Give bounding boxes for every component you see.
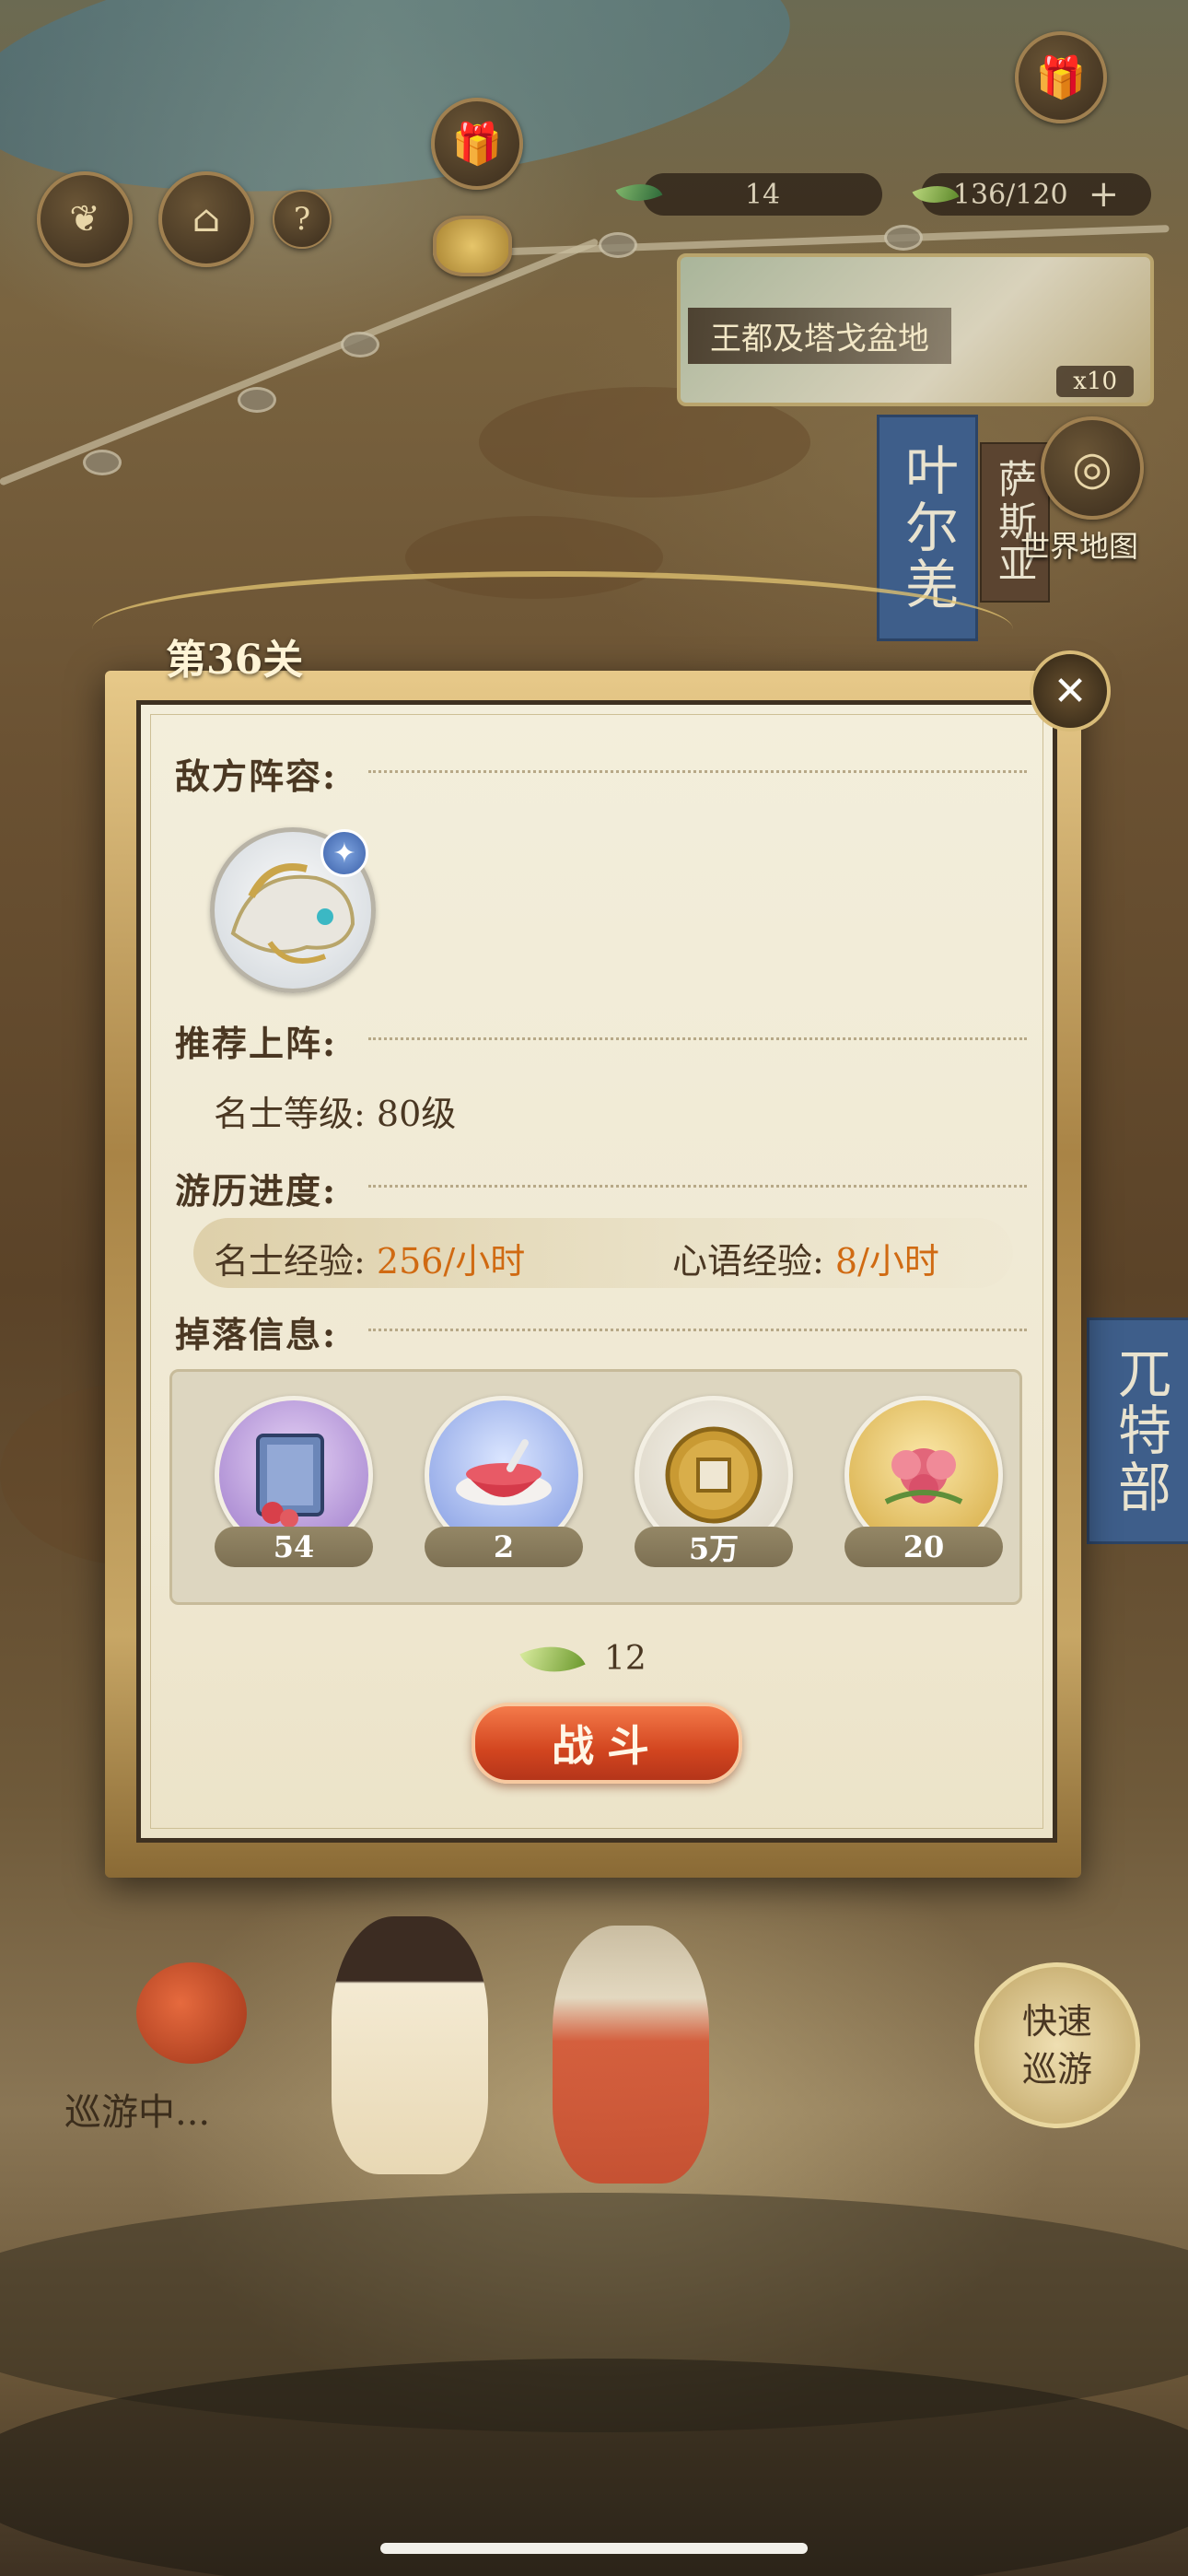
region-card[interactable]: 王都及塔戈盆地 x10 <box>677 253 1154 406</box>
region-banner-label: 兀特部 <box>1109 1345 1171 1516</box>
drop-item[interactable]: 2 <box>425 1396 583 1580</box>
progress-label: 游历进度: <box>175 1170 338 1212</box>
exp-value: 256/小时 <box>376 1241 526 1282</box>
region-banner-wutebu[interactable]: 兀特部 <box>1087 1317 1188 1544</box>
star-icon: ✦ <box>332 837 356 870</box>
pavilion-icon: ⌂ <box>192 198 221 240</box>
pouch-icon <box>136 1962 247 2064</box>
region-banner-label: 萨斯亚 <box>992 459 1038 586</box>
divider <box>368 1329 1027 1331</box>
reward-chest-button[interactable]: 🎁 <box>431 98 523 190</box>
exp-label: 名士经验: <box>214 1241 366 1282</box>
path-node <box>238 387 276 413</box>
stamina-cost: 12 <box>519 1630 646 1688</box>
scroll-icon: ❦ <box>69 198 100 240</box>
enemy-type-badge: ✦ <box>320 829 368 877</box>
divider <box>368 1037 1027 1040</box>
world-map-label: 世界地图 <box>1020 529 1139 564</box>
help-icon: ? <box>293 201 311 238</box>
quick-tour-button[interactable]: 快速巡游 <box>974 1962 1140 2128</box>
drop-count: 5万 <box>635 1527 793 1567</box>
drop-item[interactable]: 20 <box>844 1396 1003 1580</box>
menu-button[interactable]: ❦ <box>37 171 133 267</box>
region-name: 王都及塔戈盆地 <box>688 308 951 364</box>
path-node <box>599 232 637 258</box>
drops-box: 54 2 5万 20 <box>169 1369 1022 1605</box>
level-value: 80级 <box>376 1094 457 1134</box>
recommend-label: 推荐上阵: <box>175 1023 338 1064</box>
touring-status: 巡游中... <box>64 2091 211 2134</box>
gift-icon: 🎁 <box>451 121 503 168</box>
path-node <box>83 450 122 475</box>
drops-label: 掉落信息: <box>175 1314 338 1355</box>
heart-exp-rate: 心语经验: 8/小时 <box>672 1233 939 1283</box>
drop-item[interactable]: 54 <box>215 1396 373 1580</box>
drop-count: 2 <box>425 1527 583 1567</box>
divider <box>368 770 1027 773</box>
heart-label: 心语经验: <box>672 1241 824 1282</box>
character-lady[interactable] <box>553 1926 709 2184</box>
close-button[interactable]: ✕ <box>1030 650 1111 732</box>
fight-button[interactable]: 战斗 <box>472 1703 742 1784</box>
add-energy-button[interactable]: + <box>1089 173 1120 216</box>
green-resource-bar: 14 <box>643 173 882 216</box>
divider <box>368 1185 1027 1188</box>
help-button[interactable]: ? <box>273 190 332 249</box>
region-banner-label: 叶尔羌 <box>896 442 959 614</box>
region-multiplier: x10 <box>1056 366 1134 397</box>
quick-tour-label: 快速巡游 <box>1021 2001 1092 2090</box>
globe-icon: ◎ <box>1072 441 1112 495</box>
reward-chest-button-2[interactable]: 🎁 <box>1015 31 1107 123</box>
exp-rate: 名士经验: 256/小时 <box>214 1233 525 1283</box>
gold-node[interactable] <box>433 216 512 276</box>
enemy-lineup-label: 敌方阵容: <box>175 755 338 797</box>
level-label: 名士等级: <box>214 1094 366 1134</box>
pavilion-button[interactable]: ⌂ <box>158 171 254 267</box>
drop-item[interactable]: 5万 <box>635 1396 793 1580</box>
home-indicator[interactable] <box>380 2543 808 2554</box>
gift-icon: 🎁 <box>1035 54 1087 101</box>
world-map-button[interactable]: ◎ <box>1041 416 1144 520</box>
green-resource-value: 14 <box>744 178 781 211</box>
path-node <box>884 225 923 251</box>
drop-count: 20 <box>844 1527 1003 1567</box>
character-scholar[interactable] <box>332 1916 488 2174</box>
stage-title: 第36关 <box>166 637 304 684</box>
energy-value: 136/120 <box>952 178 1068 211</box>
region-banner-sasiya[interactable]: 萨斯亚 <box>980 442 1050 603</box>
heart-value: 8/小时 <box>834 1241 939 1282</box>
path-node <box>341 332 379 357</box>
stamina-cost-value: 12 <box>604 1640 646 1678</box>
drop-count: 54 <box>215 1527 373 1567</box>
level-requirement: 名士等级: 80级 <box>214 1085 456 1136</box>
close-icon: ✕ <box>1053 667 1088 715</box>
